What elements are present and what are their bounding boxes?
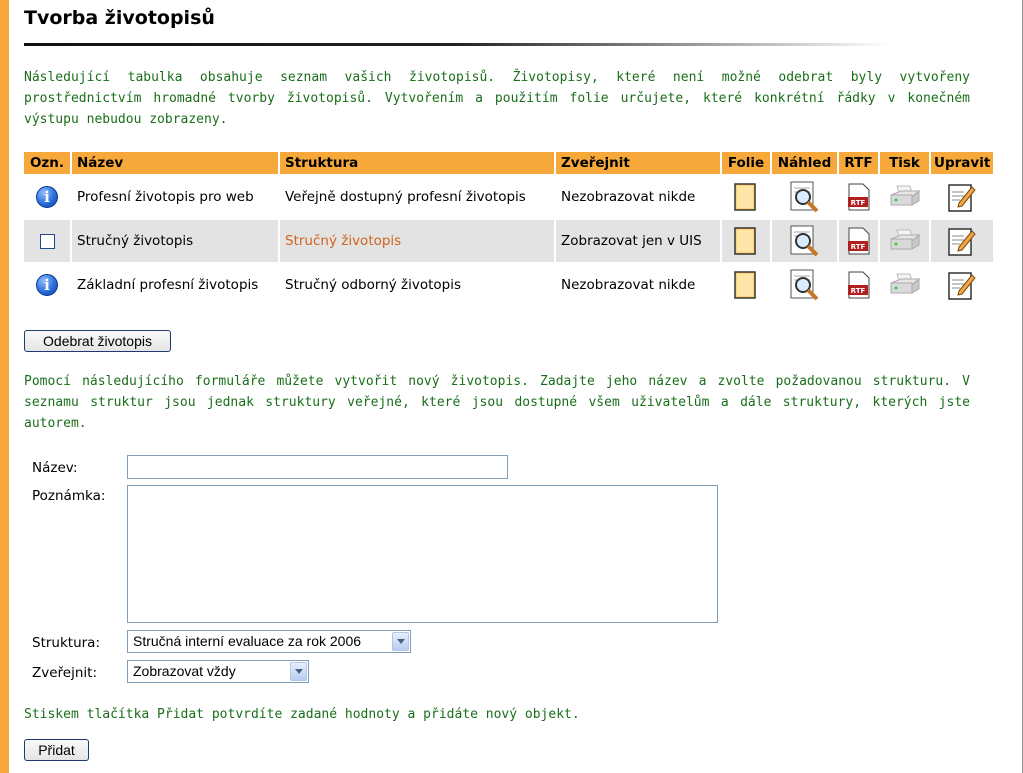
edit-icon[interactable] [946,269,978,301]
col-edit: Upravit [931,152,994,174]
table-row: Stručný životopis Stručný životopis Zobr… [24,220,994,262]
publish-selected-value: Zobrazovat vždy [133,663,236,679]
publish-select[interactable]: Zobrazovat vždy [127,660,309,683]
note-textarea[interactable] [127,485,718,623]
svg-text:RTF: RTF [850,243,865,251]
col-publish: Zveřejnit [556,152,720,174]
row-checkbox[interactable] [39,233,55,249]
folie-icon[interactable] [733,226,759,256]
structure-select[interactable]: Stručná interní evaluace za rok 2006 [127,630,411,653]
remove-cv-button[interactable]: Odebrat životopis [24,330,171,352]
row-name: Profesní životopis pro web [77,189,254,205]
print-icon[interactable] [888,183,922,211]
structure-selected-value: Stručná interní evaluace za rok 2006 [133,633,362,649]
submit-hint-text: Stiskem tlačítka Přidat potvrdíte zadané… [24,707,580,722]
print-icon[interactable] [888,227,922,255]
page-title: Tvorba životopisů [24,7,215,29]
col-name: Název [72,152,278,174]
table-row: i Profesní životopis pro web Veřejně dos… [24,176,993,218]
col-mark: Ozn. [24,152,70,174]
name-input[interactable] [127,455,508,479]
left-accent-bar [0,0,9,773]
intro-text: Následující tabulka obsahuje seznam vaši… [24,70,970,127]
col-preview: Náhled [772,152,837,174]
row-structure: Stručný odborný životopis [285,277,462,293]
row-publish: Zobrazovat jen v UIS [556,220,720,262]
note-label: Poznámka: [32,488,106,504]
structure-label: Struktura: [32,635,101,651]
col-structure: Struktura [280,152,554,174]
info-icon[interactable]: i [36,274,58,296]
title-underline [24,43,889,46]
rtf-icon[interactable]: RTF [846,270,872,300]
svg-text:RTF: RTF [850,199,865,207]
form-intro-text: Pomocí následujícího formuláře můžete vy… [24,374,970,431]
preview-magnifier-icon[interactable] [788,224,822,258]
col-rtf: RTF [839,152,878,174]
publish-label: Zveřejnit: [32,665,98,681]
folie-icon[interactable] [733,182,759,212]
row-structure-link[interactable]: Stručný životopis [285,233,401,249]
rtf-icon[interactable]: RTF [846,182,872,212]
row-name: Základní profesní životopis [77,277,259,293]
row-publish: Nezobrazovat nikde [561,277,696,293]
row-name: Stručný životopis [72,220,278,262]
table-header-row: Ozn. Název Struktura Zveřejnit Folie Náh… [24,152,994,174]
print-icon[interactable] [888,271,922,299]
edit-icon[interactable] [946,225,978,257]
cv-table: Ozn. Název Struktura Zveřejnit Folie Náh… [22,150,995,308]
chevron-down-icon[interactable] [392,632,409,651]
edit-icon[interactable] [946,181,978,213]
row-structure: Veřejně dostupný profesní životopis [285,189,526,205]
preview-magnifier-icon[interactable] [788,268,822,302]
svg-text:RTF: RTF [850,287,865,295]
preview-magnifier-icon[interactable] [788,180,822,214]
folie-icon[interactable] [733,270,759,300]
add-button[interactable]: Přidat [24,739,89,761]
col-print: Tisk [880,152,929,174]
rtf-icon[interactable]: RTF [846,226,872,256]
name-label: Název: [32,460,78,476]
table-row: i Základní profesní životopis Stručný od… [24,264,993,306]
col-folie: Folie [722,152,770,174]
info-icon[interactable]: i [36,186,58,208]
row-publish: Nezobrazovat nikde [561,189,696,205]
chevron-down-icon[interactable] [290,662,307,681]
